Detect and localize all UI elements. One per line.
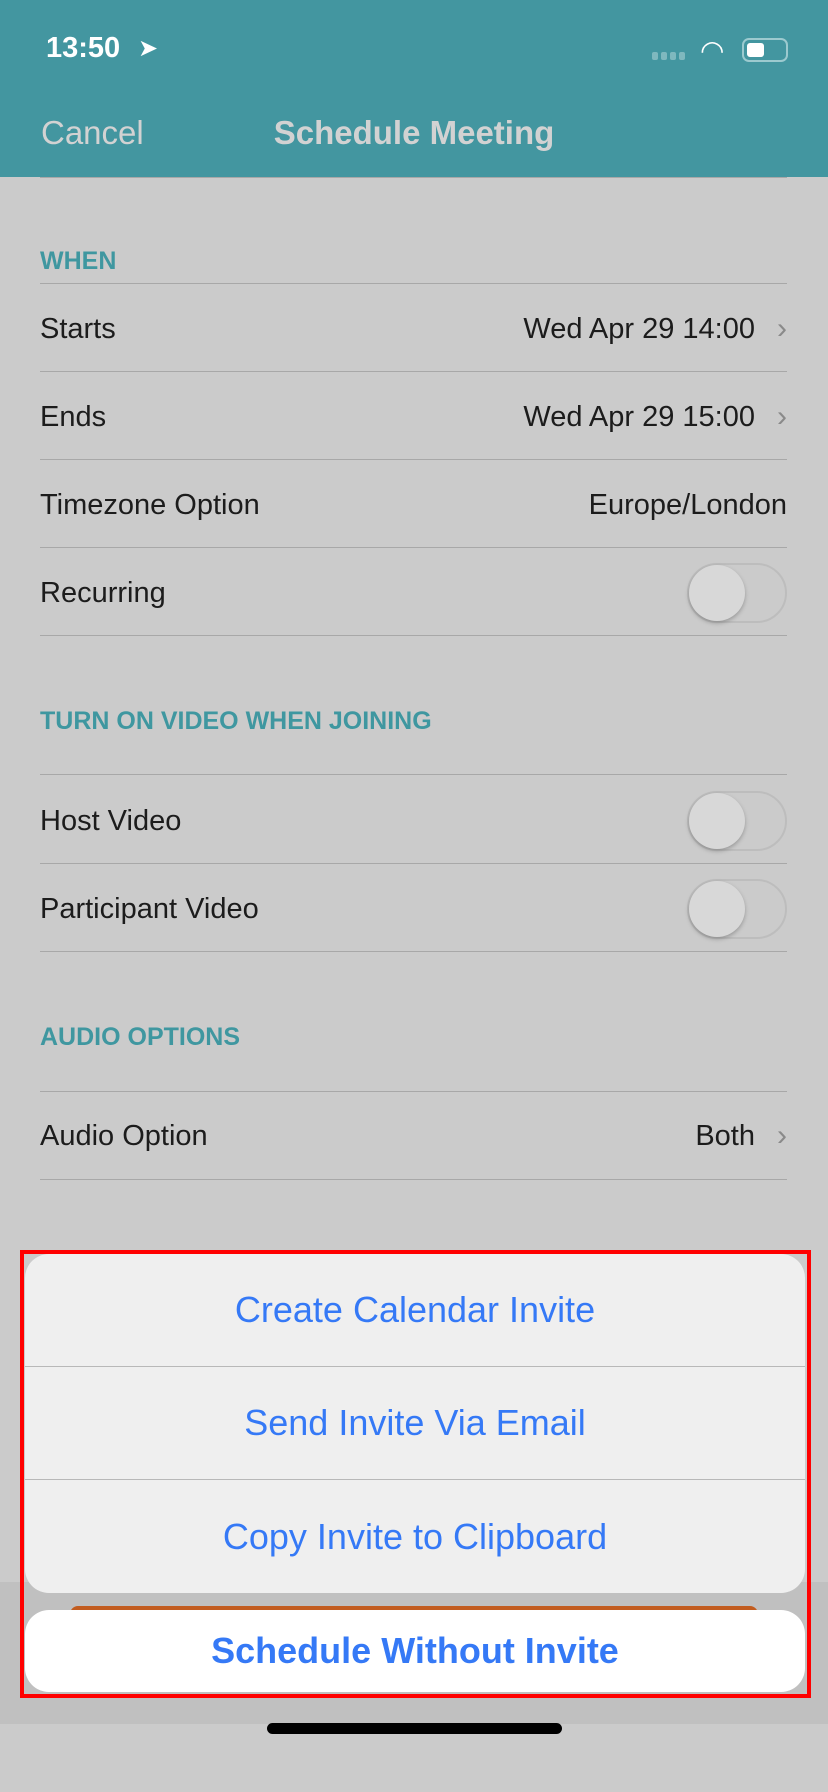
highlight-box [20,1250,811,1698]
ends-label: Ends [40,400,107,433]
timezone-value: Europe/London [588,488,787,521]
chevron-right-icon: › [777,400,787,433]
recurring-toggle[interactable] [687,563,787,623]
starts-label: Starts [40,312,116,345]
audio-option-label: Audio Option [40,1119,208,1152]
wifi-icon: ◠ [700,35,725,66]
starts-row[interactable]: Starts Wed Apr 29 14:00 › [40,299,787,359]
audio-option-value: Both [695,1119,755,1152]
divider [40,774,787,775]
status-time: 13:50 [46,32,121,64]
battery-icon [742,38,788,62]
divider [40,459,787,460]
divider [40,635,787,636]
host-video-row: Host Video [40,791,787,851]
ends-row[interactable]: Ends Wed Apr 29 15:00 › [40,387,787,447]
divider [40,547,787,548]
page-title: Schedule Meeting [273,114,555,151]
divider [40,371,787,372]
divider [40,863,787,864]
divider [40,283,787,284]
starts-value: Wed Apr 29 14:00 [523,312,755,345]
section-header-audio: AUDIO OPTIONS [40,1023,241,1051]
ends-value: Wed Apr 29 15:00 [523,400,755,433]
recurring-label: Recurring [40,576,166,609]
host-video-label: Host Video [40,804,182,837]
audio-option-row[interactable]: Audio Option Both › [40,1106,787,1166]
recurring-row: Recurring [40,563,787,623]
participant-video-label: Participant Video [40,892,259,925]
home-indicator[interactable] [267,1723,562,1734]
divider [40,951,787,952]
divider [40,177,787,178]
signal-icon [652,52,685,60]
chevron-right-icon: › [777,1119,787,1152]
participant-video-toggle[interactable] [687,879,787,939]
section-header-when: WHEN [40,247,117,275]
location-arrow-icon: ➤ [138,35,159,62]
participant-video-row: Participant Video [40,879,787,939]
chevron-right-icon: › [777,312,787,345]
section-header-video: TURN ON VIDEO WHEN JOINING [40,707,432,735]
divider [40,1091,787,1092]
timezone-label: Timezone Option [40,488,260,521]
nav-bar: 13:50 ➤ ◠ Cancel Schedule Meeting [0,0,828,177]
timezone-row[interactable]: Timezone Option Europe/London [40,475,787,535]
divider [40,1179,787,1180]
host-video-toggle[interactable] [687,791,787,851]
